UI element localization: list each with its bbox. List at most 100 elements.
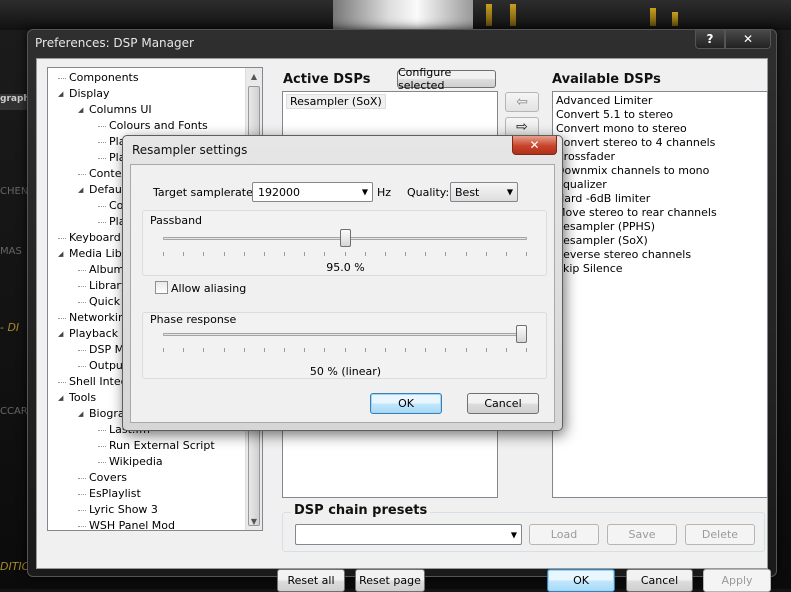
tree-item-label: Lyric Show 3 (89, 503, 158, 516)
available-dsp-item[interactable]: Crossfader (556, 150, 615, 164)
expand-triangle-icon[interactable]: ◢ (58, 246, 66, 262)
slider-tick (324, 252, 325, 256)
tree-item[interactable]: EsPlaylist (78, 486, 141, 502)
move-left-button[interactable]: ⇦ (505, 92, 539, 112)
tree-item[interactable]: ◢ Columns UI (78, 102, 152, 118)
phase-slider-thumb[interactable] (516, 325, 527, 343)
allow-aliasing-checkbox[interactable] (155, 281, 168, 294)
slider-tick (466, 252, 467, 256)
tree-item[interactable]: ◢ Display (58, 86, 110, 102)
slider-tick (466, 348, 467, 352)
background-visualizer-bar (486, 4, 492, 26)
move-right-button[interactable]: ⇨ (505, 117, 539, 137)
active-dsp-item[interactable]: Resampler (SoX) (286, 94, 386, 109)
slider-tick (425, 348, 426, 352)
tree-item[interactable]: Colours and Fonts (98, 118, 208, 134)
available-dsp-item[interactable]: Convert mono to stereo (556, 122, 687, 136)
available-dsp-item[interactable]: Resampler (PPHS) (556, 220, 655, 234)
save-button[interactable]: Save (607, 524, 677, 545)
background-text: DITIC (0, 560, 30, 573)
tree-item[interactable]: Output (78, 358, 127, 374)
preset-combobox[interactable]: ▼ (295, 524, 522, 545)
passband-value: 95.0 % (326, 261, 365, 274)
close-button[interactable]: ✕ (725, 30, 771, 49)
slider-tick (526, 252, 527, 256)
tree-item[interactable]: ◢ Tools (58, 390, 96, 406)
available-dsp-item[interactable]: Reverse stereo channels (556, 248, 691, 262)
tree-item[interactable]: Lyric Show 3 (78, 502, 158, 518)
tree-connector (78, 285, 86, 287)
expand-triangle-icon[interactable]: ◢ (58, 86, 66, 102)
tree-connector (78, 525, 86, 527)
available-dsp-item[interactable]: Convert stereo to 4 channels (556, 136, 715, 150)
quality-value: Best (455, 186, 480, 199)
tree-connector (78, 365, 86, 367)
available-dsp-item[interactable]: Convert 5.1 to stereo (556, 108, 673, 122)
slider-tick (345, 252, 346, 256)
available-dsp-item[interactable]: Move stereo to rear channels (556, 206, 717, 220)
target-samplerate-combobox[interactable]: 192000 ▼ (252, 182, 373, 202)
configure-selected-button[interactable]: Configure selected (397, 66, 496, 92)
slider-tick (486, 348, 487, 352)
tree-item[interactable]: Networking (58, 310, 132, 326)
available-dsp-item[interactable]: Skip Silence (556, 262, 623, 276)
background-text: MAS (0, 246, 22, 257)
expand-triangle-icon[interactable]: ◢ (78, 406, 86, 422)
expand-triangle-icon[interactable]: ◢ (78, 182, 86, 198)
available-dsp-item[interactable]: Downmix channels to mono (556, 164, 709, 178)
available-dsp-item[interactable]: Equalizer (556, 178, 607, 192)
tree-connector (78, 509, 86, 511)
slider-tick (486, 252, 487, 256)
available-dsp-item[interactable]: Resampler (SoX) (556, 234, 648, 248)
tree-connector (78, 493, 86, 495)
delete-button[interactable]: Delete (685, 524, 755, 545)
tree-item-label: Playback (69, 327, 119, 340)
slider-tick (284, 252, 285, 256)
arrow-left-icon: ⇦ (516, 94, 528, 110)
tree-connector (78, 349, 86, 351)
background-tab: graph (0, 94, 30, 110)
tree-item[interactable]: Wikipedia (98, 454, 163, 470)
expand-triangle-icon[interactable]: ◢ (78, 102, 86, 118)
dialog-cancel-button[interactable]: Cancel (467, 393, 539, 414)
expand-triangle-icon[interactable]: ◢ (58, 390, 66, 406)
scroll-down-icon[interactable]: ▼ (246, 513, 262, 530)
tree-item[interactable]: ◢ Playback (58, 326, 118, 342)
tree-item[interactable]: WSH Panel Mod (78, 518, 175, 530)
passband-slider-thumb[interactable] (340, 229, 351, 247)
available-dsp-item[interactable]: Hard -6dB limiter (556, 192, 650, 206)
background-text: CCAR (0, 406, 28, 417)
tree-item[interactable]: Run External Script (98, 438, 215, 454)
dialog-close-button[interactable]: ✕ (512, 136, 557, 155)
slider-tick (526, 348, 527, 352)
slider-tick (445, 252, 446, 256)
quality-select[interactable]: Best ▼ (450, 182, 518, 202)
tree-item[interactable]: Covers (78, 470, 127, 486)
phase-slider-track[interactable] (163, 333, 527, 336)
phase-response-label: Phase response (150, 313, 237, 326)
phase-response-value: 50 % (linear) (309, 365, 382, 378)
slider-tick (445, 348, 446, 352)
tree-connector (58, 237, 66, 239)
tree-item[interactable]: Components (58, 70, 139, 86)
tree-item-label: Wikipedia (109, 455, 163, 468)
tree-connector (78, 301, 86, 303)
tree-connector (98, 221, 106, 223)
scroll-up-icon[interactable]: ▲ (246, 68, 262, 85)
available-dsps-list[interactable]: Advanced Limiter Convert 5.1 to stereo Con… (552, 91, 768, 498)
chevron-down-icon: ▼ (506, 187, 513, 197)
help-button[interactable]: ? (695, 30, 725, 49)
slider-tick (385, 348, 386, 352)
dialog-ok-button[interactable]: OK (370, 393, 442, 414)
slider-tick (365, 252, 366, 256)
background-text: - DI (0, 321, 20, 334)
active-dsps-heading: Active DSPs (283, 72, 371, 87)
expand-triangle-icon[interactable]: ◢ (58, 326, 66, 342)
background-visualizer-bar (510, 4, 516, 26)
slider-tick (224, 348, 225, 352)
load-button[interactable]: Load (529, 524, 599, 545)
available-dsp-item[interactable]: Advanced Limiter (556, 94, 652, 108)
allow-aliasing-label[interactable]: Allow aliasing (171, 282, 246, 295)
slider-tick (304, 252, 305, 256)
background-album-art (333, 0, 473, 30)
